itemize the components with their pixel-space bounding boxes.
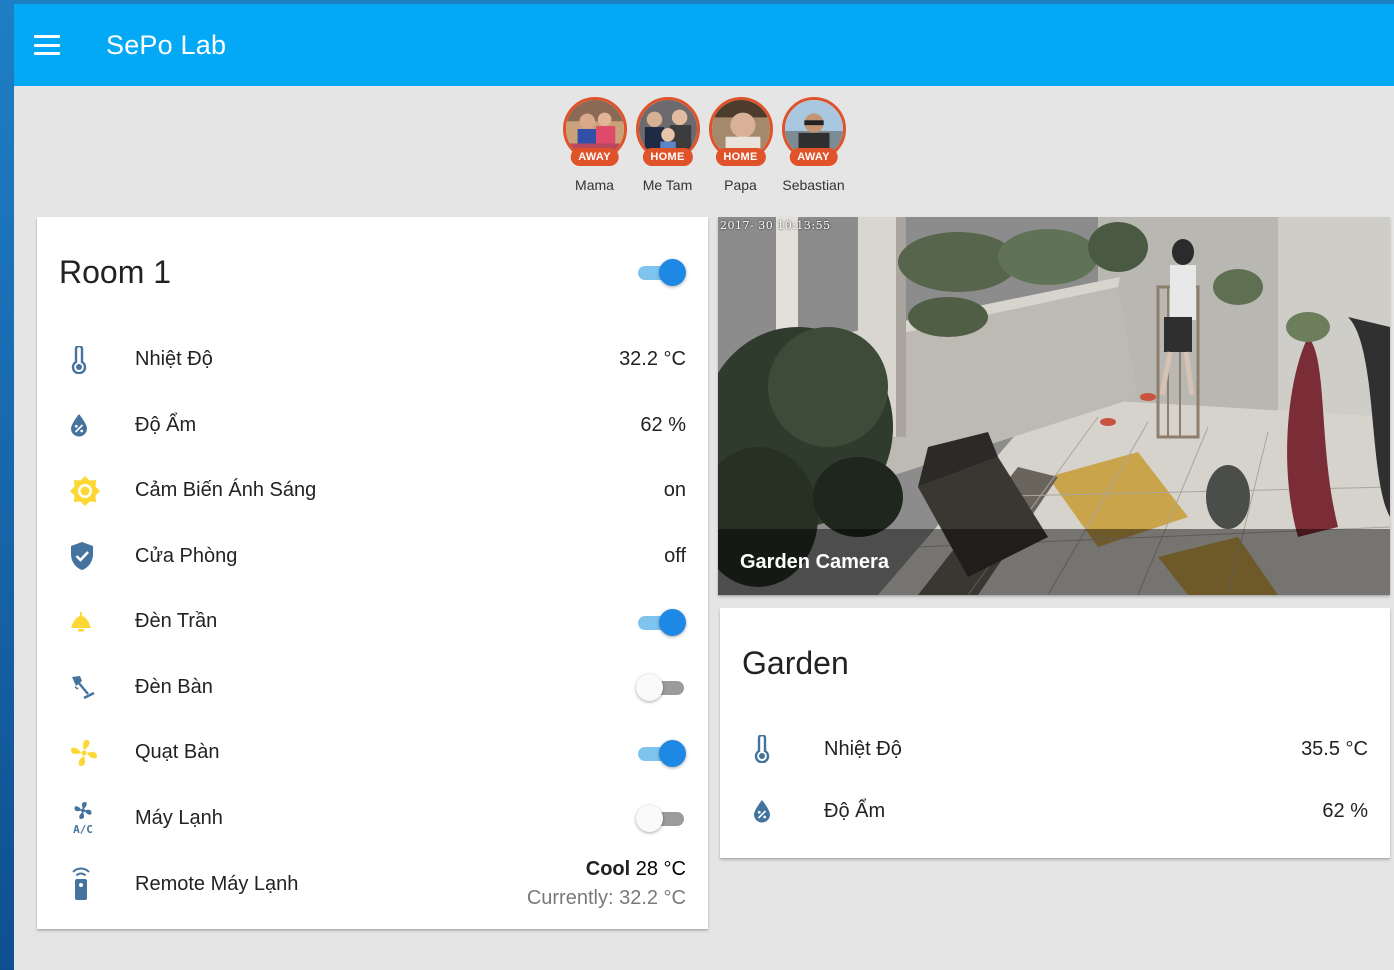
badge-state: HOME [642,148,693,166]
app-frame: SePo Lab AWAY Mama HOME Me Tam HOME Papa… [14,4,1394,970]
row-temperature[interactable]: Nhiệt Độ 32.2 °C [37,327,708,393]
row-remote-ac[interactable]: Remote Máy Lạnh Cool 28 °C Currently: 32… [37,851,708,917]
garden-header: Garden [720,608,1390,718]
climate-current: Currently: 32.2 °C [526,887,686,909]
row-value: off [664,544,686,567]
climate-state: Cool 28 °C Currently: 32.2 °C [527,855,686,913]
row-door[interactable]: Cửa Phòng off [37,524,708,590]
row-value: 62 % [640,413,686,436]
badge-state: AWAY [789,148,838,166]
row-label: Độ Ẩm [824,799,886,822]
row-air-conditioner[interactable]: A/C Máy Lạnh [37,786,708,852]
room1-master-toggle[interactable] [636,257,686,287]
fan-toggle[interactable] [636,738,686,768]
avatar[interactable]: HOME [708,97,773,166]
garden-camera-card[interactable]: 2017- 30 10:13:55 Garden Camera [718,217,1390,595]
row-garden-humidity[interactable]: Độ Ẩm 62 % [720,780,1390,842]
row-label: Đèn Bàn [135,675,213,698]
row-value: 62 % [1322,799,1368,822]
desk-lamp-toggle[interactable] [636,672,686,702]
svg-text:A/C: A/C [73,823,93,835]
badge-name: Me Tam [642,177,693,193]
row-value: 32.2 °C [619,348,686,371]
card-title: Garden [742,644,849,681]
app-title: SePo Lab [106,29,227,60]
menu-icon[interactable] [34,35,60,55]
row-label: Độ Ẩm [135,413,197,436]
row-label: Cảm Biến Ánh Sáng [135,479,317,502]
row-label: Máy Lạnh [135,806,223,829]
card-title: Room 1 [59,253,172,290]
badge-state: AWAY [570,148,619,166]
camera-title: Garden Camera [740,550,889,573]
room1-header: Room 1 [37,217,708,327]
row-label: Quạt Bàn [135,741,220,764]
air-conditioner-icon: A/C [59,801,115,835]
badge-state: HOME [715,148,766,166]
row-light-sensor[interactable]: Cảm Biến Ánh Sáng on [37,458,708,524]
row-label: Đèn Trần [135,610,218,633]
row-label: Remote Máy Lạnh [135,872,299,895]
badge-mama[interactable]: AWAY Mama [562,97,627,193]
remote-icon [59,867,115,901]
row-label: Nhiệt Độ [135,348,213,371]
brightness-icon [59,475,115,507]
row-ceiling-light[interactable]: Đèn Trần [37,589,708,655]
fan-icon [59,738,115,768]
row-humidity[interactable]: Độ Ẩm 62 % [37,393,708,459]
badge-name: Sebastian [782,177,845,193]
room1-card: Room 1 Nhiệt Độ 32.2 °C Độ Ẩm 62 % Cảm B… [37,217,708,929]
thermometer-icon [742,735,798,763]
water-percent-icon [59,413,115,437]
water-percent-icon [742,799,798,823]
climate-target: 28 °C [635,858,686,880]
ceiling-light-icon [59,610,115,634]
badge-me-tam[interactable]: HOME Me Tam [635,97,700,193]
climate-mode: Cool [585,858,631,880]
thermometer-icon [59,345,115,374]
top-app-bar: SePo Lab [14,4,1394,86]
row-value: 35.5 °C [1301,737,1368,760]
camera-timestamp: 2017- 30 10:13:55 [720,219,831,232]
badge-papa[interactable]: HOME Papa [708,97,773,193]
row-value: on [663,479,686,502]
badge-name: Mama [575,177,614,193]
row-garden-temperature[interactable]: Nhiệt Độ 35.5 °C [720,718,1390,780]
ceiling-light-toggle[interactable] [636,607,686,637]
avatar[interactable]: AWAY [562,97,627,166]
badge-name: Papa [724,177,757,193]
camera-caption: Garden Camera [718,529,1390,595]
row-desk-lamp[interactable]: Đèn Bàn [37,655,708,721]
row-label: Cửa Phòng [135,544,238,567]
badge-sebastian[interactable]: AWAY Sebastian [781,97,846,193]
desk-lamp-icon [59,673,115,701]
shield-check-icon [59,541,115,571]
avatar[interactable]: AWAY [781,97,846,166]
garden-card: Garden Nhiệt Độ 35.5 °C Độ Ẩm 62 % [720,608,1390,858]
air-conditioner-toggle[interactable] [636,803,686,833]
person-badges: AWAY Mama HOME Me Tam HOME Papa AWAY Seb… [14,97,1394,193]
row-fan[interactable]: Quạt Bàn [37,720,708,786]
row-label: Nhiệt Độ [824,737,902,760]
avatar[interactable]: HOME [635,97,700,166]
